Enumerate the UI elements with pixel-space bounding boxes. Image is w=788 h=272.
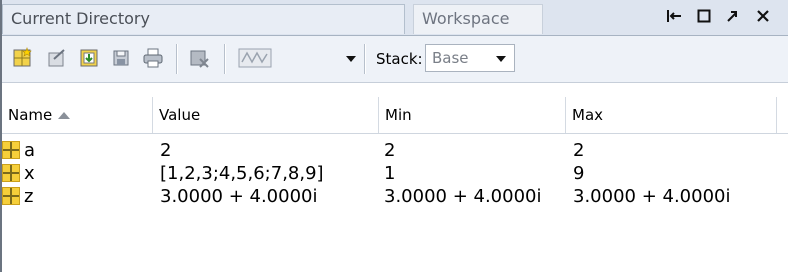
stack-label: Stack: xyxy=(376,50,423,68)
undock-icon[interactable] xyxy=(722,8,742,28)
toolbar-separator xyxy=(364,44,366,74)
column-header-max[interactable]: Max xyxy=(566,97,776,133)
table-row[interactable]: a 2 2 2 xyxy=(2,139,788,163)
plot-dropdown-arrow-icon[interactable] xyxy=(346,56,356,62)
column-header-value[interactable]: Value xyxy=(153,97,378,133)
sort-ascending-icon xyxy=(58,112,71,119)
table-row[interactable]: z 3.0000 + 4.0000i 3.0000 + 4.0000i 3.00… xyxy=(2,185,788,209)
variable-name: a xyxy=(24,140,36,161)
chevron-down-icon xyxy=(496,56,506,62)
print-icon[interactable] xyxy=(142,47,164,69)
dock-icon[interactable] xyxy=(664,8,684,28)
toolbar-separator xyxy=(224,44,226,74)
column-header-min[interactable]: Min xyxy=(379,97,565,133)
workspace-toolbar: Stack: Base xyxy=(2,36,788,83)
variable-max: 9 xyxy=(573,163,585,184)
variable-min: 3.0000 + 4.0000i xyxy=(384,186,542,207)
variable-icon xyxy=(2,141,20,159)
variable-value: [1,2,3;4,5,6;7,8,9] xyxy=(160,163,324,184)
new-variable-icon[interactable] xyxy=(12,47,34,69)
variable-min: 1 xyxy=(384,163,396,184)
table-row[interactable]: x [1,2,3;4,5,6;7,8,9] 1 9 xyxy=(2,162,788,186)
variable-max: 2 xyxy=(573,140,585,161)
variable-name: z xyxy=(24,186,34,207)
variable-icon xyxy=(2,187,20,205)
save-workspace-icon[interactable] xyxy=(110,47,132,69)
table-header: Name Value Min Max xyxy=(2,97,788,134)
tab-current-directory[interactable]: Current Directory xyxy=(2,4,405,34)
tab-workspace[interactable]: Workspace xyxy=(413,4,543,34)
import-data-icon[interactable] xyxy=(78,47,100,69)
variable-icon xyxy=(2,164,20,182)
column-header-label: Name xyxy=(8,106,53,124)
stack-select[interactable]: Base xyxy=(425,44,515,72)
open-selection-icon[interactable] xyxy=(46,47,68,69)
tab-bar: Current Directory Workspace xyxy=(2,0,788,36)
variable-value: 2 xyxy=(160,140,172,161)
variable-max: 3.0000 + 4.0000i xyxy=(573,186,731,207)
column-header-label: Min xyxy=(385,106,412,124)
plot-selection-icon[interactable] xyxy=(238,47,336,69)
stack-select-value: Base xyxy=(432,49,469,67)
variable-value: 3.0000 + 4.0000i xyxy=(160,186,318,207)
variable-min: 2 xyxy=(384,140,396,161)
delete-icon[interactable] xyxy=(188,47,210,69)
column-divider[interactable] xyxy=(776,97,777,133)
workspace-panel: Current Directory Workspace Stack: Base … xyxy=(0,0,788,272)
column-header-label: Max xyxy=(572,106,604,124)
column-header-label: Value xyxy=(159,106,201,124)
toolbar-separator xyxy=(176,44,178,74)
close-icon[interactable] xyxy=(752,8,774,28)
column-header-name[interactable]: Name xyxy=(2,97,152,133)
maximize-icon[interactable] xyxy=(694,8,714,28)
variable-name: x xyxy=(24,163,35,184)
